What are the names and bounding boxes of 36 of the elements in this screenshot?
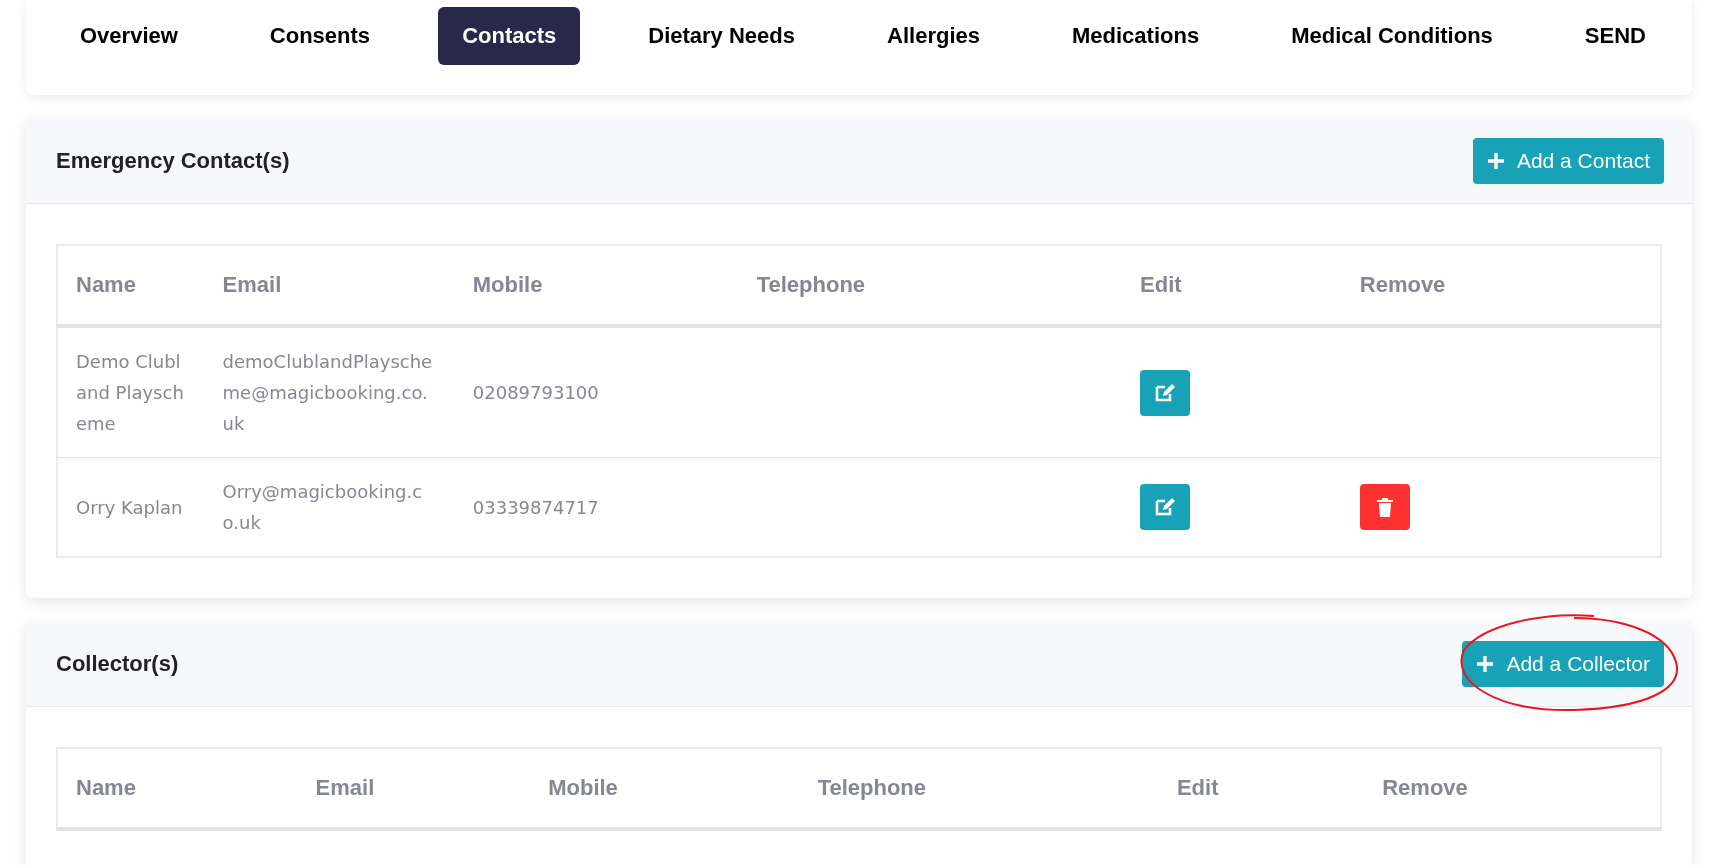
edit-icon [1154, 382, 1177, 403]
tab[interactable]: Overview [56, 7, 202, 65]
tab[interactable]: SEND [1560, 7, 1670, 65]
column-header: Name [57, 748, 298, 829]
tab[interactable]: Allergies [863, 7, 1004, 65]
trash-icon [1376, 497, 1393, 517]
tab[interactable]: Contacts [438, 7, 581, 65]
column-header: Mobile [530, 748, 800, 829]
column-header: Edit [1122, 245, 1342, 326]
tab[interactable]: Dietary Needs [624, 7, 819, 65]
column-header: Email [204, 245, 455, 326]
column-header: Name [57, 245, 205, 326]
edit-button[interactable] [1140, 369, 1191, 416]
tab[interactable]: Medications [1048, 7, 1224, 65]
column-header: Remove [1341, 245, 1661, 326]
delete-button[interactable] [1359, 484, 1410, 530]
edit-icon [1154, 497, 1177, 517]
edit-button[interactable] [1140, 484, 1191, 530]
plus-icon [1486, 152, 1505, 170]
table-cell: Orry@magicbooking.co.uk [204, 457, 455, 557]
table-cell: demoClublandPlayscheme@magicbooking.co.uk [204, 326, 455, 458]
column-header: Email [297, 748, 531, 829]
column-header: Telephone [799, 748, 1159, 829]
section-title: Collector(s) [56, 651, 179, 677]
plus-icon [1476, 655, 1495, 673]
column-header: Edit [1158, 748, 1365, 829]
tab[interactable]: Medical Conditions [1267, 7, 1517, 65]
table-cell: 03339874717 [454, 457, 739, 557]
column-header: Remove [1364, 748, 1661, 829]
tab[interactable]: Consents [245, 7, 395, 65]
table-cell: Demo Clubland Playscheme [57, 326, 205, 458]
table-cell: Orry Kaplan [57, 457, 205, 557]
column-header: Mobile [454, 245, 739, 326]
column-header: Telephone [738, 245, 1123, 326]
table-cell: 02089793100 [454, 326, 739, 458]
section-title: Emergency Contact(s) [56, 148, 290, 174]
